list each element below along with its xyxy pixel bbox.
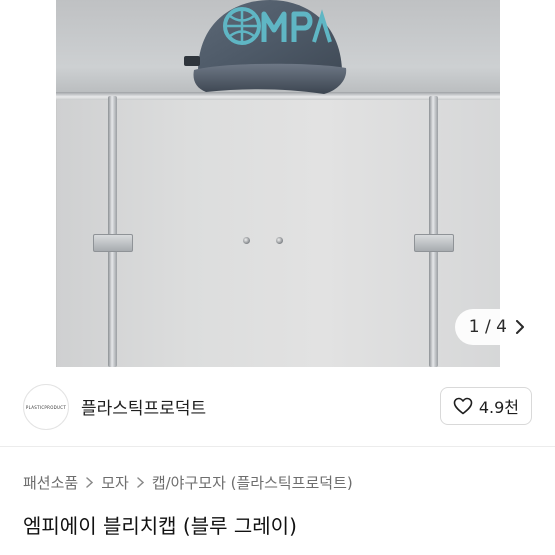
screw [276,237,283,244]
shelf-bracket [414,234,454,252]
like-button[interactable]: 4.9천 [439,387,532,425]
seller-avatar-logo: PLASTICPRODUCT [25,404,67,410]
shelf-bracket [93,234,133,252]
like-count: 4.9천 [478,398,519,417]
shelf-rod [429,96,438,367]
seller-row[interactable]: PLASTICPRODUCT 플라스틱프로덕트 4.9천 [0,367,555,447]
product-title: 엠피에이 블리치캡 (블루 그레이) [23,514,297,538]
seller-avatar[interactable]: PLASTICPRODUCT [23,384,69,430]
breadcrumb: 패션소품 모자 캡/야구모자 (플라스틱프로덕트) [23,472,353,493]
breadcrumb-item-subcategory[interactable]: 모자 [101,472,129,493]
chevron-right-icon [137,477,144,488]
seller-name[interactable]: 플라스틱프로덕트 [81,394,206,419]
image-counter[interactable]: 1 / 4 [454,309,538,345]
screw [243,237,250,244]
heart-outline-icon [453,397,473,415]
product-image-gallery[interactable]: 1 / 4 [0,0,555,367]
chevron-right-icon [86,477,94,488]
breadcrumb-item-current[interactable]: 캡/야구모자 (플라스틱프로덕트) [152,472,353,493]
chevron-right-icon[interactable] [515,320,525,334]
counter-text: 1 / 4 [468,317,507,337]
cap-image [184,0,347,94]
breadcrumb-item-category[interactable]: 패션소품 [23,472,78,493]
product-photo [56,0,500,367]
shelf-rod [108,96,117,367]
